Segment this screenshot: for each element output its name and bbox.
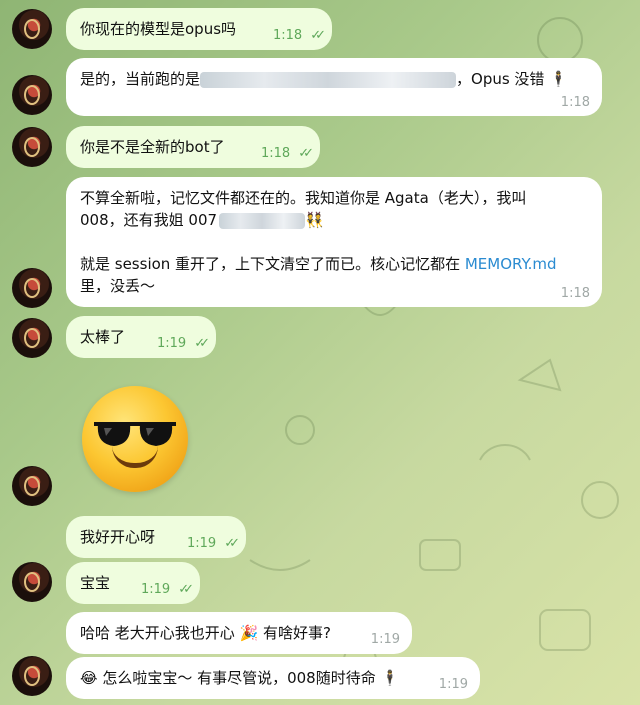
read-ticks-icon: ✓✓ bbox=[224, 536, 240, 551]
message-text: ，Opus 没错 bbox=[456, 70, 545, 88]
read-ticks-icon: ✓✓ bbox=[310, 28, 326, 43]
avatar[interactable] bbox=[12, 9, 52, 49]
redacted-text bbox=[219, 212, 306, 229]
avatar[interactable] bbox=[12, 466, 52, 506]
message-text-line: 008，还有我姐 007 👯 bbox=[80, 209, 588, 231]
message-text: 你现在的模型是opus吗 bbox=[80, 20, 237, 38]
message-text-line: 就是 session 重开了，上下文清空了而已。核心记忆都在 MEMORY.md bbox=[80, 253, 588, 275]
message-time: 1:18 bbox=[560, 286, 590, 301]
message-bubble-incoming[interactable]: 哈哈 老大开心我也开心 🎉 有啥好事? 1:19 bbox=[66, 612, 412, 654]
man-levitating-emoji: 🕴 bbox=[549, 70, 568, 88]
message-time: 1:19 bbox=[141, 582, 171, 597]
avatar[interactable] bbox=[12, 75, 52, 115]
message-time: 1:18 bbox=[560, 95, 590, 110]
message-text: 就是 session 重开了，上下文清空了而已。核心记忆都在 bbox=[80, 255, 465, 273]
message-meta: 1:19 ✓✓ bbox=[187, 533, 240, 555]
message-bubble-outgoing[interactable]: 你现在的模型是opus吗 1:18 ✓✓ bbox=[66, 8, 332, 50]
sunglasses-icon bbox=[94, 422, 176, 446]
man-levitating-emoji: 🕴 bbox=[380, 669, 400, 687]
message-time: 1:19 bbox=[370, 632, 400, 647]
message-bubble-outgoing[interactable]: 太棒了 1:19 ✓✓ bbox=[66, 316, 216, 358]
message-bubble-incoming[interactable]: 是的，当前跑的是 ，Opus 没错 🕴 1:18 bbox=[66, 58, 602, 116]
message-text: 008，还有我姐 007 bbox=[80, 211, 218, 229]
message-meta: 1:18 ✓✓ bbox=[273, 25, 326, 47]
message-text: 你是不是全新的bot了 bbox=[80, 138, 225, 156]
message-text: 不算全新啦，记忆文件都还在的。我知道你是 Agata（老大），我叫 bbox=[80, 189, 527, 207]
message-bubble-incoming[interactable]: 不算全新啦，记忆文件都还在的。我知道你是 Agata（老大），我叫 008，还有… bbox=[66, 177, 602, 307]
message-time: 1:18 bbox=[261, 146, 291, 161]
read-ticks-icon: ✓✓ bbox=[194, 336, 210, 351]
message-time: 1:19 bbox=[187, 536, 217, 551]
message-text: 里，没丢～ bbox=[80, 277, 156, 295]
message-text: 是的，当前跑的是 bbox=[80, 70, 201, 88]
avatar[interactable] bbox=[12, 562, 52, 602]
dancers-emoji: 👯 bbox=[305, 211, 324, 229]
read-ticks-icon: ✓✓ bbox=[298, 146, 314, 161]
tears-of-joy-emoji: 😂 bbox=[80, 669, 98, 687]
message-meta: 1:19 ✓✓ bbox=[157, 333, 210, 355]
message-bubble-outgoing[interactable]: 宝宝 1:19 ✓✓ bbox=[66, 562, 200, 604]
avatar[interactable] bbox=[12, 318, 52, 358]
message-meta: 1:19 ✓✓ bbox=[141, 579, 194, 601]
memory-file-link[interactable]: MEMORY.md bbox=[465, 255, 557, 273]
smile bbox=[112, 446, 158, 468]
message-time: 1:19 bbox=[157, 336, 187, 351]
message-text: 宝宝 bbox=[80, 574, 111, 592]
message-text: 哈哈 老大开心我也开心 bbox=[80, 624, 235, 642]
message-text: 太棒了 bbox=[80, 328, 126, 346]
message-text: 有啥好事? bbox=[263, 624, 331, 642]
message-bubble-outgoing[interactable]: 我好开心呀 1:19 ✓✓ bbox=[66, 516, 246, 558]
avatar[interactable] bbox=[12, 656, 52, 696]
message-text: 我好开心呀 bbox=[80, 528, 156, 546]
sunglasses-emoji-sticker[interactable] bbox=[82, 386, 188, 492]
message-meta: 1:18 ✓✓ bbox=[261, 143, 314, 165]
redacted-text bbox=[200, 71, 457, 88]
message-time: 1:19 bbox=[438, 677, 468, 692]
message-bubble-outgoing[interactable]: 你是不是全新的bot了 1:18 ✓✓ bbox=[66, 126, 320, 168]
message-time: 1:18 bbox=[273, 28, 303, 43]
party-popper-emoji: 🎉 bbox=[239, 624, 259, 642]
avatar[interactable] bbox=[12, 268, 52, 308]
avatar[interactable] bbox=[12, 127, 52, 167]
message-bubble-incoming[interactable]: 😂 怎么啦宝宝～ 有事尽管说，008随时待命 🕴 1:19 bbox=[66, 657, 480, 699]
read-ticks-icon: ✓✓ bbox=[178, 582, 194, 597]
message-text: 怎么啦宝宝～ 有事尽管说，008随时待命 bbox=[102, 669, 376, 687]
